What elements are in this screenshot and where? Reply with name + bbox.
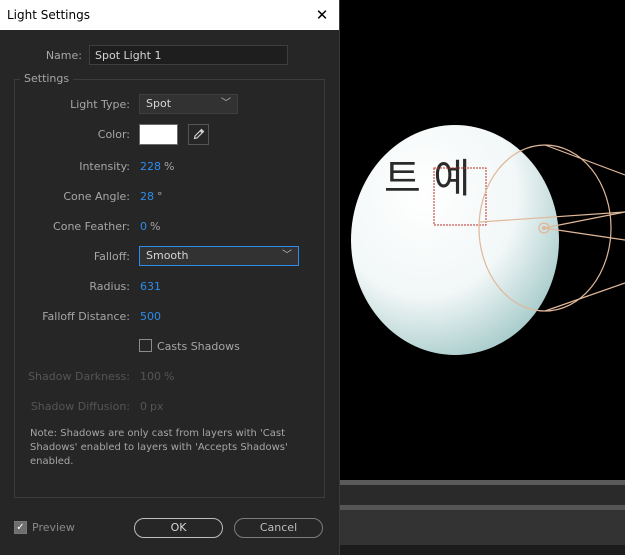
intensity-value[interactable]: 228%: [140, 160, 174, 173]
casts-shadows-label[interactable]: Casts Shadows: [157, 340, 240, 353]
casts-shadows-checkbox[interactable]: [139, 339, 152, 352]
preview-checkbox[interactable]: ✓: [14, 521, 27, 534]
shadow-darkness-value: 100%: [140, 370, 175, 383]
cone-feather-label: Cone Feather:: [53, 220, 130, 233]
shadow-diffusion-label: Shadow Diffusion:: [30, 400, 130, 413]
cone-feather-value[interactable]: 0%: [140, 220, 160, 233]
chevron-down-icon: ﹀: [282, 250, 292, 261]
shadow-diffusion-value: 0 px: [140, 400, 164, 413]
viewport-canvas: 트 예: [351, 125, 625, 355]
timeline-panel: [340, 545, 625, 555]
falloff-label: Falloff:: [93, 250, 130, 263]
light-settings-dialog: Light Settings ✕ Name: Spot Light 1 Sett…: [0, 0, 340, 555]
cone-angle-label: Cone Angle:: [63, 190, 130, 203]
color-label: Color:: [97, 128, 130, 141]
timeline-panel: [340, 485, 625, 505]
dialog-title: Light Settings: [7, 8, 90, 22]
name-field[interactable]: Spot Light 1: [89, 45, 288, 65]
intensity-label: Intensity:: [79, 160, 130, 173]
title-bar: Light Settings ✕: [0, 0, 339, 30]
name-label: Name:: [45, 49, 82, 62]
falloff-distance-value[interactable]: 500: [140, 310, 161, 323]
check-icon: ✓: [16, 522, 25, 533]
timeline-panel: [340, 510, 625, 545]
settings-legend: Settings: [20, 72, 74, 85]
preview-label[interactable]: Preview: [32, 521, 75, 534]
eyedropper-icon[interactable]: [188, 124, 209, 145]
light-type-dropdown[interactable]: Spot ﹀: [139, 94, 238, 114]
ok-button[interactable]: OK: [134, 518, 223, 538]
layer-text: 트 예: [384, 156, 470, 202]
light-type-label: Light Type:: [70, 98, 130, 111]
falloff-dropdown[interactable]: Smooth ﹀: [139, 246, 299, 266]
radius-value[interactable]: 631: [140, 280, 161, 293]
light-type-value: Spot: [146, 97, 172, 110]
composition-viewport[interactable]: 트 예: [340, 0, 625, 555]
close-icon[interactable]: ✕: [311, 4, 333, 26]
shadow-note: Note: Shadows are only cast from layers …: [30, 428, 288, 467]
cone-angle-value[interactable]: 28 °: [140, 190, 163, 203]
radius-label: Radius:: [89, 280, 130, 293]
chevron-down-icon: ﹀: [221, 98, 231, 109]
cancel-button[interactable]: Cancel: [234, 518, 323, 538]
falloff-value: Smooth: [146, 249, 189, 262]
falloff-distance-label: Falloff Distance:: [42, 310, 130, 323]
shadow-darkness-label: Shadow Darkness:: [28, 370, 130, 383]
color-swatch[interactable]: [139, 124, 178, 145]
